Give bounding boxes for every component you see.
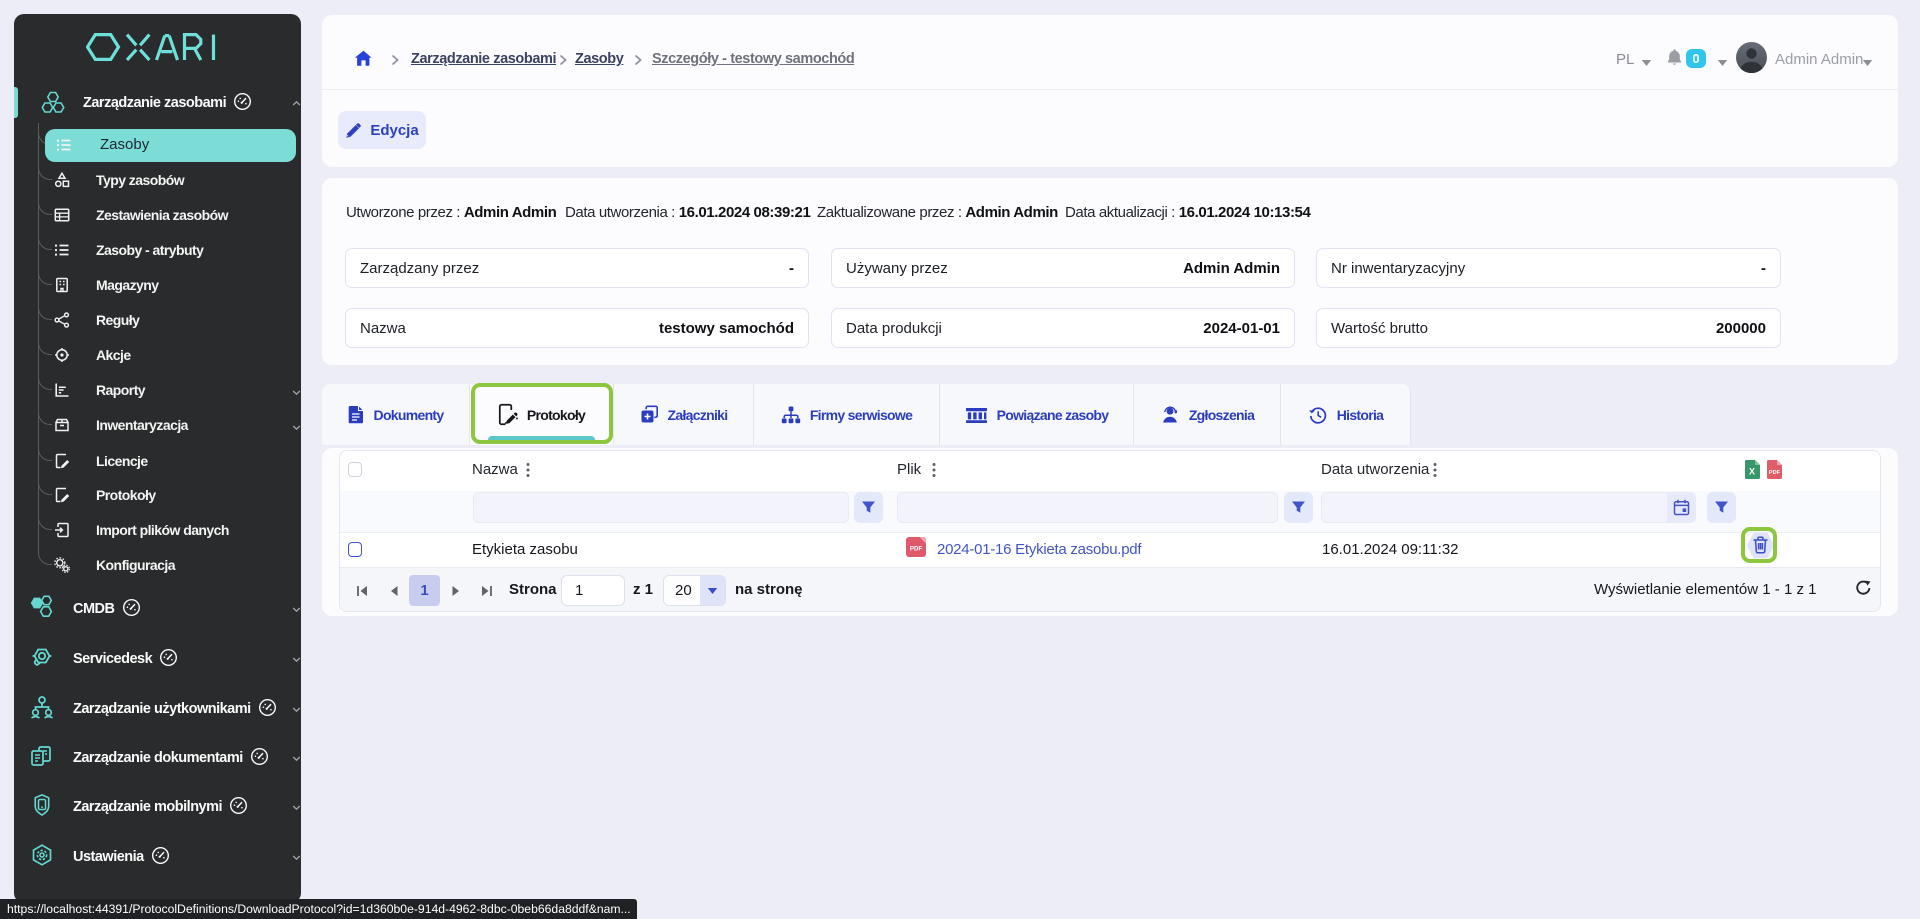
- svg-text:PDF: PDF: [1769, 470, 1781, 476]
- svg-text:PDF: PDF: [910, 546, 923, 553]
- svg-text:X: X: [1749, 467, 1755, 477]
